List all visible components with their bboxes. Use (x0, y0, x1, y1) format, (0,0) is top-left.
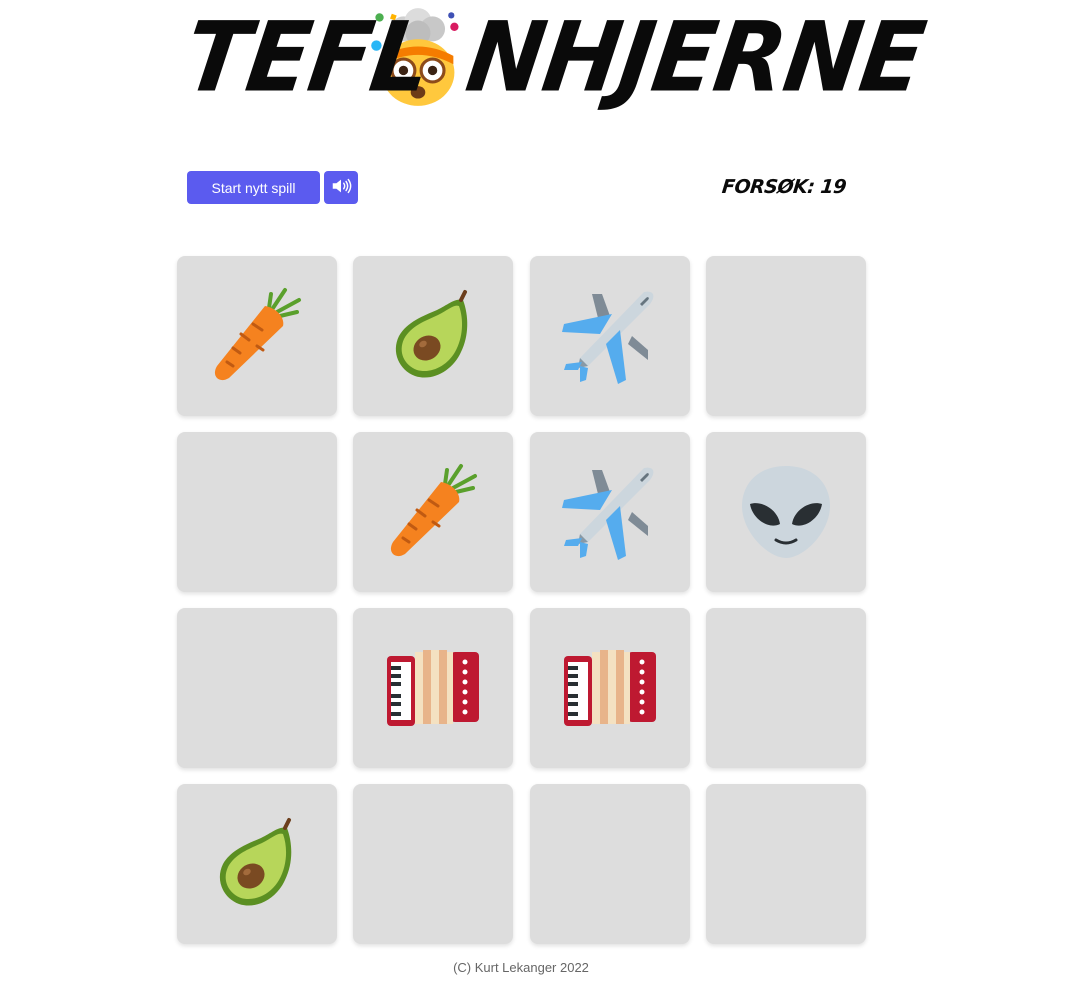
start-new-game-button[interactable]: Start nytt spill (187, 171, 320, 204)
memory-card-13[interactable] (177, 784, 337, 944)
airplane-icon (560, 462, 660, 562)
accordion-icon (383, 638, 483, 738)
memory-card-2[interactable] (353, 256, 514, 416)
speaker-on-icon (330, 175, 352, 200)
memory-card-6[interactable] (353, 432, 514, 592)
carrot-icon (207, 286, 307, 386)
memory-card-14[interactable] (353, 784, 514, 944)
memory-card-11[interactable] (529, 608, 690, 768)
memory-card-12[interactable] (705, 608, 866, 768)
avocado-icon (383, 286, 483, 386)
memory-card-9[interactable] (177, 608, 337, 768)
attempts-label: FORSØK: (720, 176, 816, 198)
memory-card-7[interactable] (529, 432, 690, 592)
memory-card-15[interactable] (529, 784, 690, 944)
game-title-logo: TEFL NHJERNE (178, 1, 931, 114)
attempts-counter: FORSØK: 19 (720, 172, 847, 202)
alien-icon (736, 462, 836, 562)
memory-card-16[interactable] (705, 784, 866, 944)
card-grid (177, 256, 866, 944)
memory-card-10[interactable] (353, 608, 514, 768)
airplane-icon (560, 286, 660, 386)
title-text-part-1: TEFL (178, 1, 438, 114)
avocado-icon (207, 814, 307, 914)
memory-card-8[interactable] (705, 432, 866, 592)
memory-card-4[interactable] (705, 256, 866, 416)
carrot-icon (383, 462, 483, 562)
memory-card-5[interactable] (177, 432, 337, 592)
memory-card-1[interactable] (177, 256, 337, 416)
memory-card-3[interactable] (529, 256, 690, 416)
game-page: TEFL NHJERNE Start nytt spill FORSØK: 19… (0, 0, 1065, 986)
attempts-value: 19 (819, 176, 848, 198)
title-text-part-2: NHJERNE (460, 1, 931, 114)
sound-toggle-button[interactable] (324, 171, 358, 204)
accordion-icon (560, 638, 660, 738)
copyright-footer: (C) Kurt Lekanger 2022 (453, 960, 589, 975)
